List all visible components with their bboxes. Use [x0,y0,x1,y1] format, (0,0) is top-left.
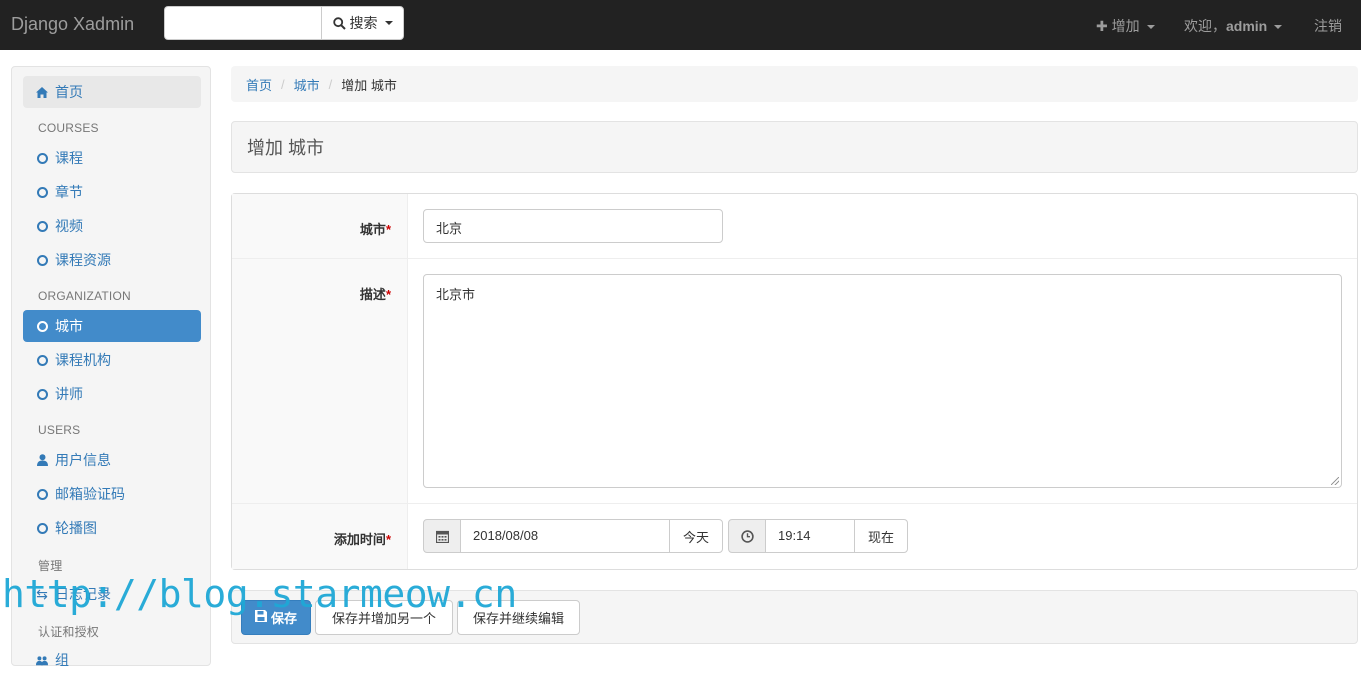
chevron-down-icon [1146,25,1155,30]
required-mark: * [385,287,391,302]
add-time-label: 添加时间* [333,532,391,547]
sidebar-item-course[interactable]: 课程 [23,142,201,174]
sidebar-item-video[interactable]: 视频 [23,210,201,242]
city-input[interactable]: 北京 [423,209,723,243]
sidebar-item-label: 城市 [55,318,83,334]
sidebar-item-label: 邮箱验证码 [55,486,125,502]
sidebar-item-label: 讲师 [55,386,83,402]
sidebar-section-header: 认证和授权 [38,625,100,639]
sidebar-item-label: 视频 [55,218,83,234]
sidebar-section-header: COURSES [38,121,99,135]
sidebar-item-label: 章节 [55,184,83,200]
home-icon [36,86,48,98]
resize-handle-icon[interactable] [1331,477,1339,485]
sidebar-item-teacher[interactable]: 讲师 [23,378,201,410]
sidebar-item-lesson[interactable]: 章节 [23,176,201,208]
city-label: 城市* [359,222,391,237]
circle-icon [36,254,48,266]
sidebar-item-course-org[interactable]: 课程机构 [23,344,201,376]
user-icon [36,454,48,466]
description-textarea[interactable]: 北京市 [423,274,1342,488]
search-button-label: 搜索 [349,15,378,31]
username: admin [1226,18,1268,34]
circle-icon [36,320,48,332]
top-navbar: Django Xadmin 搜索 ✚ 增加 欢迎，admin 注销 [0,0,1361,50]
form-row-city: 城市* 北京 [232,194,1357,259]
form-panel: 城市* 北京 描述* 北京市 添加时间* 2018/08/08 今天 19:14… [231,193,1358,570]
add-menu[interactable]: ✚ 增加 [1096,16,1155,36]
user-menu[interactable]: 欢迎，admin [1184,16,1283,36]
circle-icon [36,220,48,232]
welcome-text: 欢迎， [1184,18,1226,34]
sidebar-section-header: ORGANIZATION [38,289,131,303]
breadcrumb-separator: / [328,76,333,92]
sidebar-item-banner[interactable]: 轮播图 [23,512,201,544]
circle-icon [36,354,48,366]
sidebar-item-label: 课程机构 [55,352,111,368]
sidebar-item-home[interactable]: 首页 [23,76,201,108]
required-mark: * [385,532,391,547]
today-button[interactable]: 今天 [669,519,723,553]
sidebar-item-label: 组 [55,652,69,668]
now-button[interactable]: 现在 [854,519,908,553]
sidebar-item-city[interactable]: 城市 [23,310,201,342]
date-input[interactable]: 2018/08/08 [460,519,670,553]
page-header: 增加 城市 [231,121,1358,173]
page-title: 增加 城市 [247,138,325,158]
add-menu-label: 增加 [1111,18,1140,34]
breadcrumb-home[interactable]: 首页 [246,75,272,94]
time-input[interactable]: 19:14 [765,519,855,553]
sidebar-section-header: USERS [38,423,81,437]
clock-icon[interactable] [728,519,766,553]
required-mark: * [385,222,391,237]
logout-link[interactable]: 注销 [1314,16,1342,36]
chevron-down-icon [384,21,393,25]
brand-logo[interactable]: Django Xadmin [11,14,134,35]
sidebar-item-label: 课程 [55,150,83,166]
circle-icon [36,488,48,500]
search-input[interactable] [164,6,322,40]
sidebar-item-group[interactable]: 组 [23,644,201,676]
circle-icon [36,186,48,198]
breadcrumb-current: 增加 城市 [341,77,397,93]
group-icon [36,655,48,666]
breadcrumb-model[interactable]: 城市 [294,75,320,94]
search-icon [332,16,346,30]
form-row-description: 描述* 北京市 [232,259,1357,504]
breadcrumb: 首页 / 城市 / 增加 城市 [231,66,1358,102]
sidebar-item-label: 首页 [55,84,83,100]
form-row-add-time: 添加时间* 2018/08/08 今天 19:14 现在 [232,504,1357,569]
description-label: 描述* [359,287,391,302]
chevron-down-icon [1274,25,1283,30]
circle-icon [36,522,48,534]
sidebar-item-label: 用户信息 [55,452,111,468]
sidebar-item-label: 轮播图 [55,520,97,536]
description-text: 北京市 [436,287,476,302]
search-button[interactable]: 搜索 [321,6,404,40]
watermark-text: http://blog.starmeow.cn [2,572,517,616]
circle-icon [36,152,48,164]
sidebar-item-email-code[interactable]: 邮箱验证码 [23,478,201,510]
circle-icon [36,388,48,400]
sidebar-item-course-resource[interactable]: 课程资源 [23,244,201,276]
breadcrumb-separator: / [281,76,285,92]
calendar-icon[interactable] [423,519,461,553]
sidebar-item-label: 课程资源 [55,252,111,268]
plus-icon: ✚ [1096,18,1108,34]
sidebar-item-user-profile[interactable]: 用户信息 [23,444,201,476]
